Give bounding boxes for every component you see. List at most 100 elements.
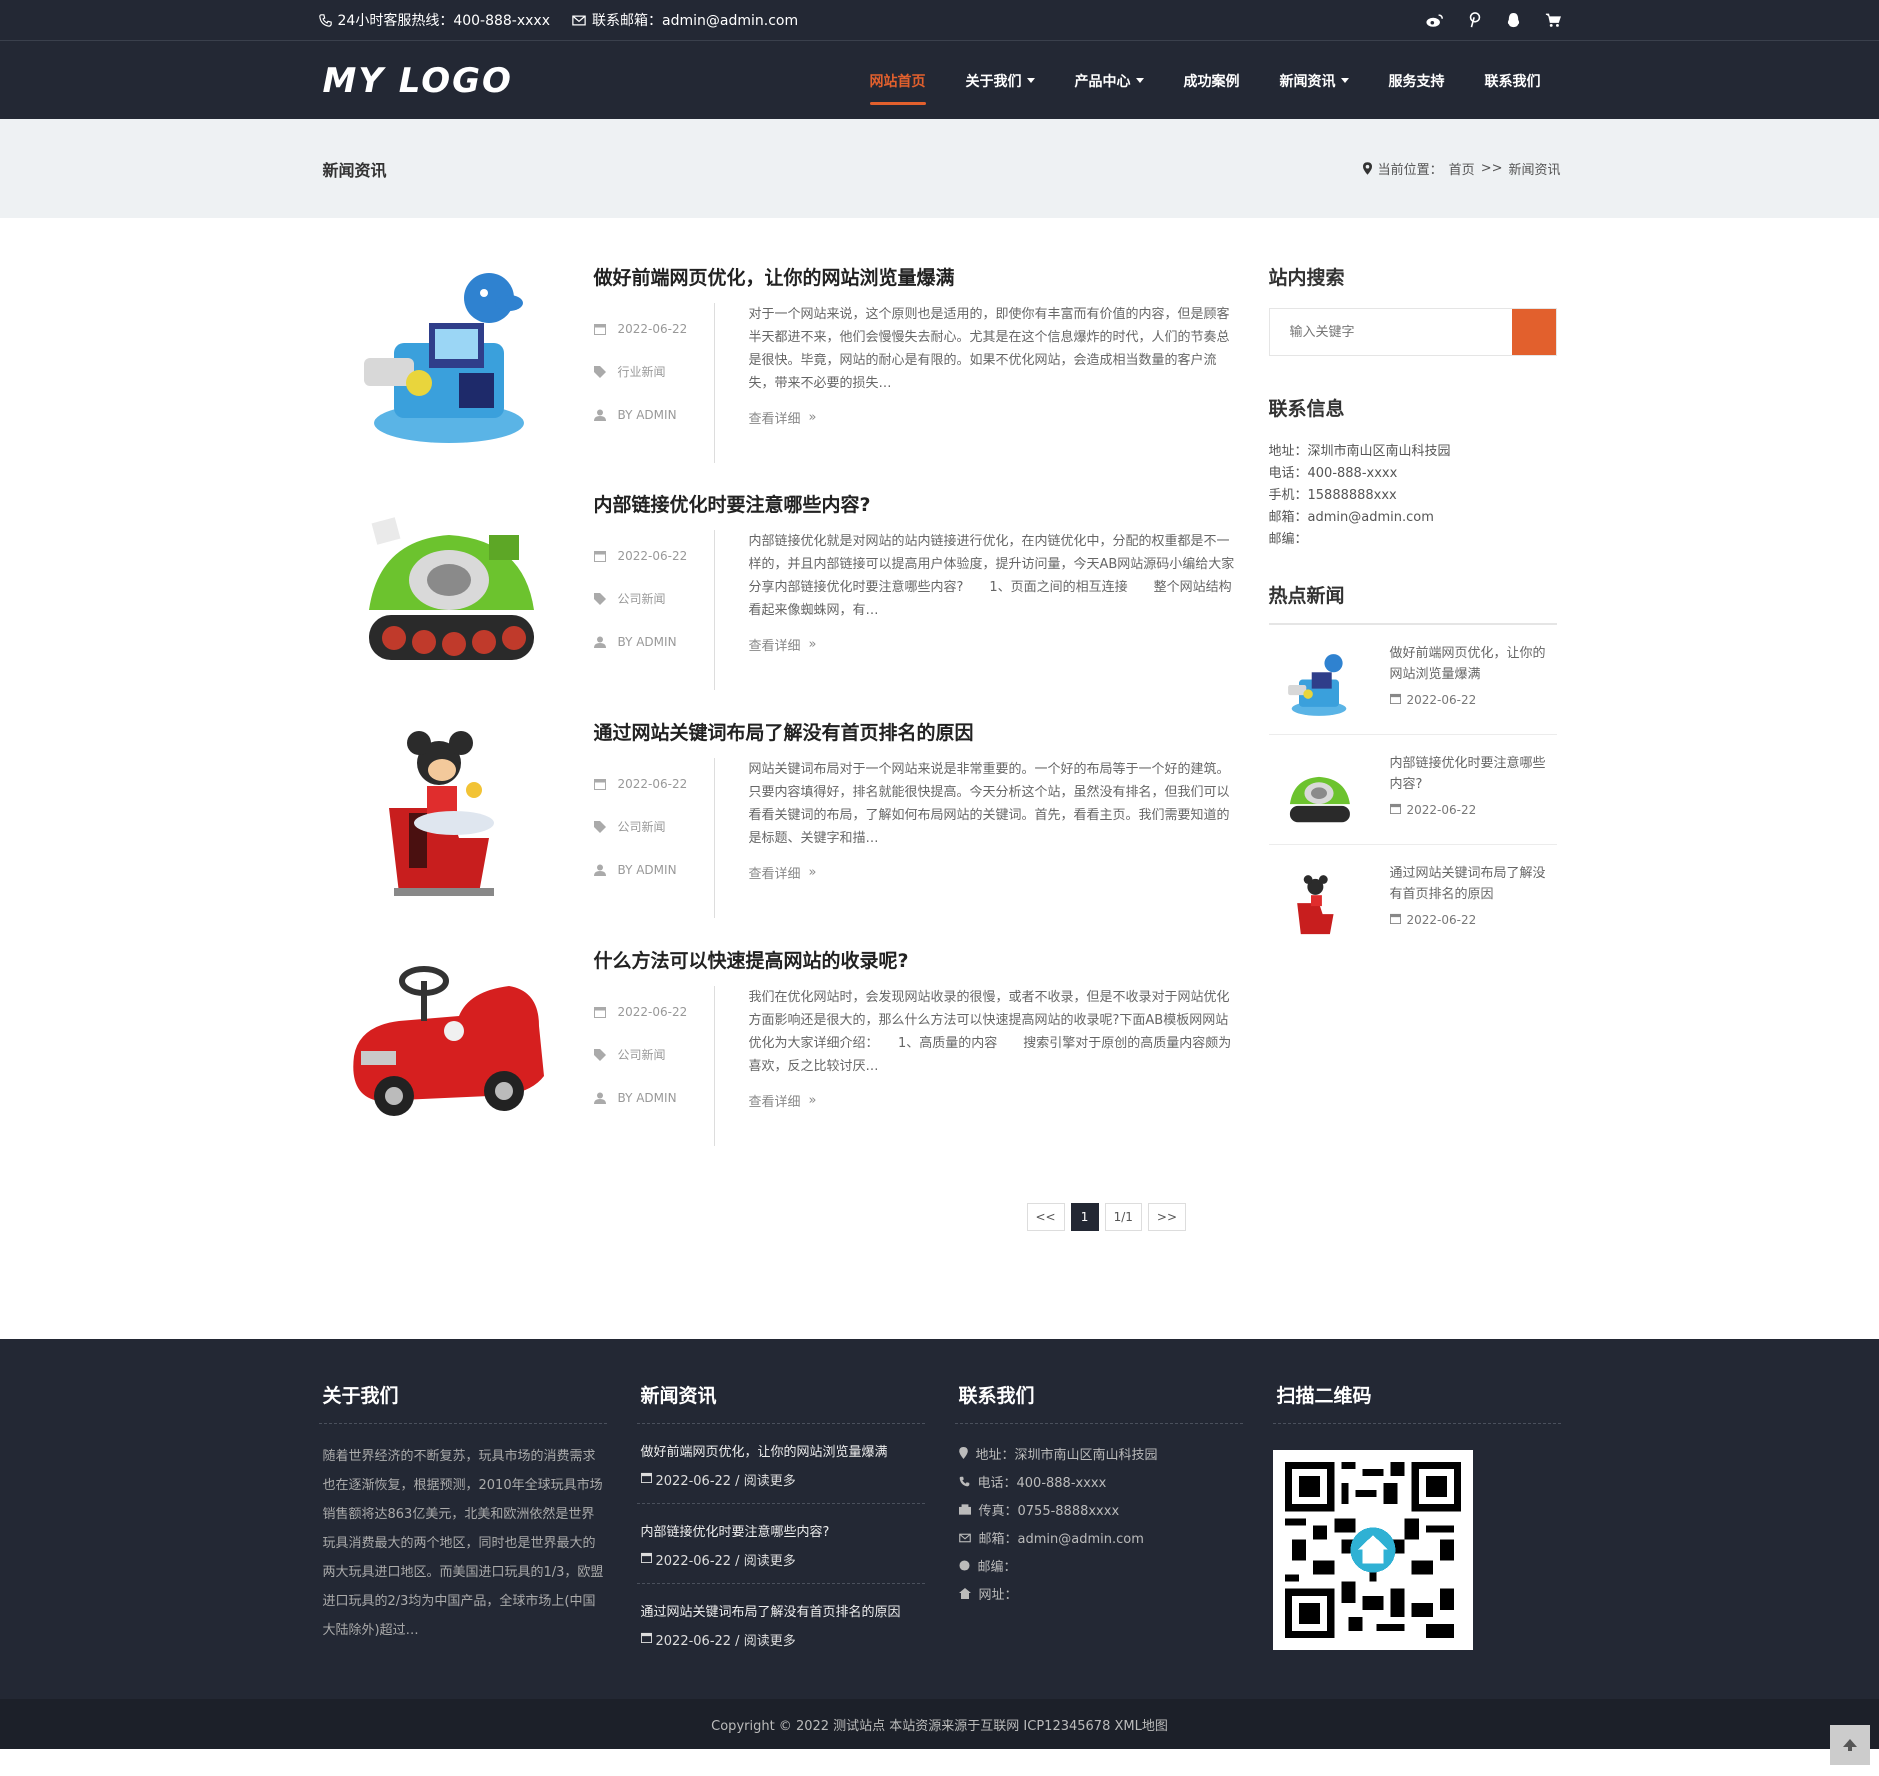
page-1-button[interactable]: 1 bbox=[1070, 1203, 1099, 1231]
nav-about[interactable]: 关于我们 bbox=[946, 41, 1055, 120]
footer-contact-heading: 联系我们 bbox=[954, 1381, 1243, 1424]
qr-code bbox=[1272, 1450, 1473, 1650]
article-category[interactable]: 公司新闻 bbox=[618, 1046, 666, 1063]
contact-heading: 联系信息 bbox=[1268, 398, 1345, 420]
hot-news-item[interactable]: 做好前端网页优化，让你的网站浏览量爆满 2022-06-22 bbox=[1268, 625, 1557, 735]
article-title[interactable]: 通过网站关键词布局了解没有首页排名的原因 bbox=[594, 718, 974, 745]
read-more-link[interactable]: 查看详细» bbox=[749, 863, 817, 882]
contact-email: 联系邮箱：admin@admin.com bbox=[572, 10, 798, 30]
nav-home[interactable]: 网站首页 bbox=[850, 41, 946, 120]
breadcrumb-current[interactable]: 新闻资讯 bbox=[1508, 159, 1560, 178]
footer-qr: 扫描二维码 bbox=[1272, 1381, 1561, 1650]
footer-news-item[interactable]: 做好前端网页优化，让你的网站浏览量爆满 2022-06-22 / 阅读更多 bbox=[636, 1424, 925, 1504]
calendar-icon bbox=[1389, 803, 1401, 817]
nav-cases[interactable]: 成功案例 bbox=[1164, 41, 1260, 120]
copyright-bar: Copyright © 2022 测试站点 本站资源来源于互联网 ICP1234… bbox=[0, 1699, 1879, 1749]
article-author: BY ADMIN bbox=[617, 634, 677, 649]
footer-news-title[interactable]: 做好前端网页优化，让你的网站浏览量爆满 bbox=[641, 1441, 925, 1460]
article-item: 内部链接优化时要注意哪些内容? 2022-06-22 公司新闻 BY ADMIN… bbox=[319, 490, 1239, 700]
read-more-link[interactable]: 查看详细» bbox=[749, 635, 817, 654]
back-to-top-button[interactable] bbox=[1830, 1725, 1870, 1765]
article-date: 2022-06-22 bbox=[617, 548, 688, 563]
envelope-icon bbox=[958, 1526, 971, 1554]
footer-news-title[interactable]: 通过网站关键词布局了解没有首页排名的原因 bbox=[641, 1601, 925, 1620]
article-title[interactable]: 做好前端网页优化，让你的网站浏览量爆满 bbox=[594, 263, 955, 290]
weibo-icon[interactable] bbox=[1425, 13, 1444, 28]
footer-contact: 联系我们 地址：深圳市南山区南山科技园 电话：400-888-xxxx 传真：0… bbox=[954, 1381, 1243, 1610]
footer-news-date: 2022-06-22 / 阅读更多 bbox=[640, 1630, 925, 1649]
contact-list: 地址：深圳市南山区南山科技园 电话：400-888-xxxx 手机：158888… bbox=[1269, 441, 1557, 551]
article-category[interactable]: 公司新闻 bbox=[618, 590, 666, 607]
email-text: 联系邮箱：admin@admin.com bbox=[592, 13, 799, 29]
breadcrumb-separator: >> bbox=[1480, 161, 1503, 176]
article-category[interactable]: 行业新闻 bbox=[618, 363, 666, 380]
user-icon bbox=[593, 1092, 606, 1104]
main-content: 做好前端网页优化，让你的网站浏览量爆满 2022-06-22 行业新闻 BY A… bbox=[319, 218, 1561, 1338]
hot-news-item[interactable]: 内部链接优化时要注意哪些内容? 2022-06-22 bbox=[1268, 735, 1557, 845]
main-nav: 网站首页 关于我们 产品中心 成功案例 新闻资讯 服务支持 联系我们 bbox=[850, 41, 1561, 120]
site-logo[interactable]: MY LOGO bbox=[323, 61, 513, 101]
article-thumbnail[interactable] bbox=[339, 946, 559, 1136]
arrow-up-icon bbox=[1843, 1736, 1857, 1755]
nav-support[interactable]: 服务支持 bbox=[1369, 41, 1465, 120]
footer-news-item[interactable]: 通过网站关键词布局了解没有首页排名的原因 2022-06-22 / 阅读更多 bbox=[637, 1584, 925, 1663]
nav-products[interactable]: 产品中心 bbox=[1055, 41, 1164, 120]
footer-about-text: 随着世界经济的不断复苏，玩具市场的消费需求也在逐渐恢复，根据预测，2010年全球… bbox=[322, 1449, 604, 1638]
prev-page-button[interactable]: << bbox=[1026, 1203, 1065, 1231]
page-banner: 新闻资讯 当前位置： 首页 >> 新闻资讯 bbox=[0, 119, 1879, 218]
article-thumbnail[interactable] bbox=[339, 490, 559, 680]
contact-address: 地址：深圳市南山区南山科技园 bbox=[1268, 444, 1451, 459]
footer-contact-address: 地址：深圳市南山区南山科技园 bbox=[958, 1442, 1243, 1470]
footer-news-item[interactable]: 内部链接优化时要注意哪些内容? 2022-06-22 / 阅读更多 bbox=[636, 1504, 925, 1584]
read-more-link[interactable]: 查看详细» bbox=[749, 1091, 817, 1110]
contact-phone: 电话：400-888-xxxx bbox=[1268, 466, 1398, 481]
cart-icon[interactable] bbox=[1545, 13, 1561, 28]
article-date: 2022-06-22 bbox=[617, 1004, 688, 1019]
article-title[interactable]: 内部链接优化时要注意哪些内容? bbox=[594, 490, 871, 517]
caret-down-icon bbox=[1026, 78, 1035, 83]
hot-news-thumbnail bbox=[1279, 757, 1359, 833]
hot-news-item[interactable]: 通过网站关键词布局了解没有首页排名的原因 2022-06-22 bbox=[1269, 845, 1557, 955]
top-bar: 24小时客服热线：400-888-xxxx 联系邮箱：admin@admin.c… bbox=[0, 0, 1879, 40]
search-input[interactable] bbox=[1269, 309, 1512, 355]
contact-postcode: 邮编： bbox=[1268, 532, 1308, 547]
hotline-text: 24小时客服热线：400-888-xxxx bbox=[337, 13, 551, 29]
calendar-icon bbox=[593, 323, 606, 335]
breadcrumb-home[interactable]: 首页 bbox=[1449, 159, 1475, 178]
tag-icon bbox=[593, 592, 606, 605]
hot-news-title[interactable]: 通过网站关键词布局了解没有首页排名的原因 bbox=[1390, 863, 1550, 905]
article-title[interactable]: 什么方法可以快速提高网站的收录呢? bbox=[594, 946, 909, 973]
hot-news-thumbnail bbox=[1279, 867, 1359, 943]
article-thumbnail[interactable] bbox=[339, 263, 559, 453]
next-page-button[interactable]: >> bbox=[1147, 1203, 1187, 1231]
pinterest-icon[interactable] bbox=[1468, 12, 1482, 28]
search-button[interactable] bbox=[1511, 309, 1556, 355]
read-more-link[interactable]: 查看详细» bbox=[749, 408, 817, 427]
hot-news-title[interactable]: 内部链接优化时要注意哪些内容? bbox=[1390, 753, 1550, 795]
article-meta: 2022-06-22 行业新闻 BY ADMIN bbox=[593, 307, 714, 436]
breadcrumb-label: 当前位置： bbox=[1377, 163, 1443, 178]
page-count: 1/1 bbox=[1104, 1203, 1142, 1231]
hot-news-title[interactable]: 做好前端网页优化，让你的网站浏览量爆满 bbox=[1390, 643, 1550, 685]
search-box bbox=[1268, 308, 1557, 356]
divider bbox=[713, 758, 715, 918]
article-date: 2022-06-22 bbox=[617, 776, 688, 791]
calendar-icon bbox=[1389, 913, 1401, 927]
footer-news-title[interactable]: 内部链接优化时要注意哪些内容? bbox=[641, 1521, 925, 1540]
footer-about-heading: 关于我们 bbox=[318, 1381, 607, 1424]
article-category[interactable]: 公司新闻 bbox=[618, 818, 666, 835]
envelope-icon bbox=[572, 15, 586, 26]
qq-icon[interactable] bbox=[1506, 12, 1521, 29]
nav-contact[interactable]: 联系我们 bbox=[1465, 41, 1561, 120]
contact-mobile: 手机：15888888xxx bbox=[1268, 488, 1397, 503]
footer-contact-postcode: 邮编： bbox=[958, 1554, 1243, 1582]
nav-news[interactable]: 新闻资讯 bbox=[1260, 41, 1369, 120]
calendar-icon bbox=[1389, 693, 1401, 707]
article-date: 2022-06-22 bbox=[617, 321, 688, 336]
divider bbox=[713, 303, 715, 463]
article-author: BY ADMIN bbox=[617, 1090, 677, 1105]
footer-contact-phone: 电话：400-888-xxxx bbox=[959, 1470, 1243, 1498]
article-item: 通过网站关键词布局了解没有首页排名的原因 2022-06-22 公司新闻 BY … bbox=[319, 718, 1239, 928]
header: MY LOGO 网站首页 关于我们 产品中心 成功案例 新闻资讯 服务支持 联系… bbox=[0, 40, 1879, 119]
article-thumbnail[interactable] bbox=[339, 718, 559, 908]
